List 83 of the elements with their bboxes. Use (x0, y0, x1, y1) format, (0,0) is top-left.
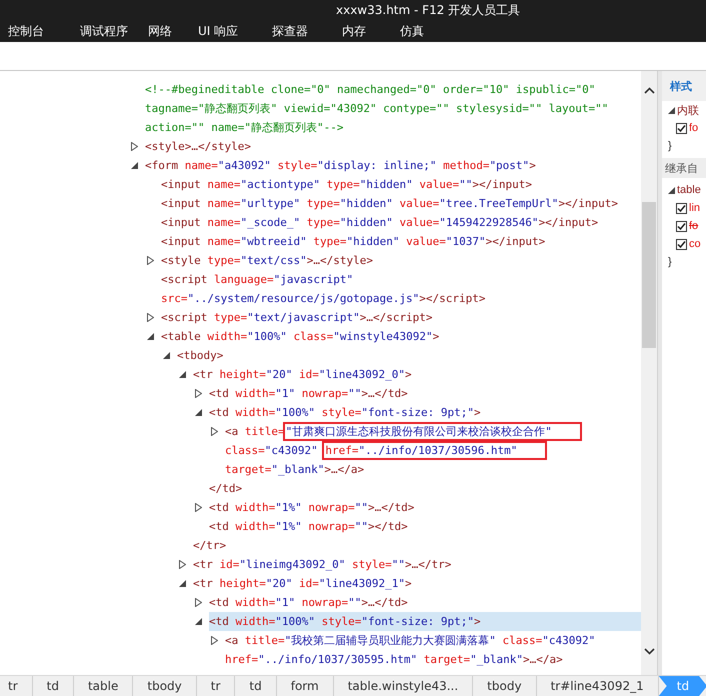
style-property: lin (689, 202, 700, 214)
markup-line[interactable]: href="../info/1037/30595.htm" target="_blank">…</a> (225, 650, 641, 669)
tab[interactable]: 控制台 (2, 20, 50, 42)
collapsed-triangle-icon[interactable] (179, 560, 186, 569)
scroll-down-icon[interactable] (644, 648, 654, 655)
rule-selector: 内联 (677, 104, 699, 118)
tab[interactable]: 网络 (142, 20, 178, 42)
markup-line[interactable]: <script language="javascript" (161, 270, 641, 289)
markup-line[interactable]: tagname="静态翻页列表" viewid="43092" contype="" stylesysid="" layout="" (145, 99, 641, 118)
collapsed-triangle-icon[interactable] (195, 503, 202, 512)
markup-line[interactable]: <input name="actiontype" type="hidden" value=""></input> (161, 175, 641, 194)
markup-line[interactable]: <tr id="lineimg43092_0" style="">…</tr> (193, 555, 641, 574)
markup-line[interactable]: <style type="text/css">…</style> (161, 251, 641, 270)
expanded-triangle-icon[interactable] (131, 162, 138, 169)
window-title: xxxw33.htm - F12 开发人员工具 (336, 2, 520, 18)
breadcrumb-item[interactable]: tbody (473, 676, 537, 696)
tab[interactable]: 仿真 (394, 20, 430, 42)
breadcrumb-item[interactable]: tr#line43092_1 (536, 676, 659, 696)
checkbox[interactable] (676, 122, 687, 134)
expanded-triangle-icon[interactable] (668, 186, 675, 194)
collapsed-triangle-icon[interactable] (195, 389, 202, 398)
collapsed-triangle-icon[interactable] (131, 142, 138, 151)
style-property: co (689, 238, 701, 250)
markup-line[interactable]: <style>…</style> (145, 137, 641, 156)
scroll-up-icon[interactable] (644, 87, 654, 94)
markup-line[interactable]: </td> (209, 479, 641, 498)
markup-line[interactable]: <script type="text/javascript">…</script> (161, 308, 641, 327)
rule-selector: table (677, 184, 701, 196)
markup-line[interactable]: <td width="100%" style="font-size: 9pt;"> (209, 403, 641, 422)
breadcrumb-item[interactable]: tr (0, 676, 33, 696)
markup-line[interactable]: class="c43092" href="../info/1037/30596.htm" (225, 441, 641, 460)
markup-line[interactable]: <table width="100%" class="winstyle43092"> (161, 327, 641, 346)
breadcrumb-item[interactable]: tbody (133, 676, 197, 696)
markup-line[interactable]: <!--#begineditable clone="0" namechanged="0" order="10" ispublic="0" (145, 80, 641, 99)
markup-line[interactable]: <tr height="20" id="line43092_1"> (193, 574, 641, 593)
markup-line[interactable]: <td width="1%" nowrap=""></td> (209, 517, 641, 536)
markup-line[interactable]: <a title="我校第二届辅导员职业能力大赛圆满落幕" class="c43092" (225, 631, 641, 650)
tab[interactable]: 内存 (336, 20, 372, 42)
expanded-triangle-icon[interactable] (195, 409, 202, 416)
checkbox[interactable] (676, 238, 687, 250)
scrollbar-thumb[interactable] (642, 202, 656, 348)
markup-line[interactable]: <a title="甘肃爽口源生态科技股份有限公司来校洽谈校企合作" (225, 422, 641, 441)
markup-line[interactable]: <td width="1%" nowrap="">…</td> (209, 498, 641, 517)
markup-line[interactable]: <td width="1" nowrap="">…</td> (209, 593, 641, 612)
expanded-triangle-icon[interactable] (179, 371, 186, 378)
collapsed-triangle-icon[interactable] (147, 256, 154, 265)
expanded-triangle-icon[interactable] (147, 333, 154, 340)
markup-line[interactable]: <input name="urltype" type="hidden" value="tree.TreeTempUrl"></input> (161, 194, 641, 213)
tab[interactable]: UI 响应 (192, 20, 244, 42)
markup-line[interactable]: <input name="wbtreeid" type="hidden" value="1037"></input> (161, 232, 641, 251)
collapsed-triangle-icon[interactable] (147, 313, 154, 322)
markup-line[interactable]: <td width="1" nowrap="">…</td> (209, 384, 641, 403)
closing-brace: } (668, 140, 672, 152)
checkbox[interactable] (676, 202, 687, 214)
collapsed-triangle-icon[interactable] (195, 598, 202, 607)
checkbox[interactable] (676, 220, 687, 232)
collapsed-triangle-icon[interactable] (211, 427, 218, 436)
markup-line[interactable]: action="" name="静态翻页列表"--> (145, 118, 641, 137)
closing-brace: } (668, 256, 672, 268)
markup-line[interactable]: src="../system/resource/js/gotopage.js"></script> (161, 289, 641, 308)
markup-line[interactable]: target="_blank">…</a> (225, 460, 641, 479)
breadcrumb-item[interactable]: form (276, 676, 334, 696)
markup-line[interactable]: </tr> (193, 536, 641, 555)
tab[interactable]: 调试程序 (74, 20, 134, 42)
style-property: fo (689, 122, 698, 134)
breadcrumb-item[interactable]: table (74, 676, 134, 696)
breadcrumb-item[interactable]: tr (196, 676, 236, 696)
markup-line[interactable]: <tbody> (177, 346, 641, 365)
expanded-triangle-icon[interactable] (163, 352, 170, 359)
markup-line[interactable]: <input name="_scode_" type="hidden" value="1459422928546"></input> (161, 213, 641, 232)
markup-line[interactable]: <form name="a43092" style="display: inline;" method="post"> (145, 156, 641, 175)
scrollbar[interactable] (641, 71, 657, 675)
collapsed-triangle-icon[interactable] (211, 636, 218, 645)
breadcrumb-item[interactable]: td (32, 676, 74, 696)
expanded-triangle-icon[interactable] (668, 106, 675, 114)
breadcrumb-item[interactable]: table.winstyle43... (334, 676, 474, 696)
tab[interactable]: 探查器 (266, 20, 314, 42)
expanded-triangle-icon[interactable] (179, 580, 186, 587)
inherited-heading: 继承自 (662, 158, 706, 178)
expanded-triangle-icon[interactable] (195, 618, 202, 625)
style-property: fo (689, 220, 698, 232)
breadcrumb-item[interactable]: td (235, 676, 277, 696)
markup-line[interactable]: <tr height="20" id="line43092_0"> (193, 365, 641, 384)
